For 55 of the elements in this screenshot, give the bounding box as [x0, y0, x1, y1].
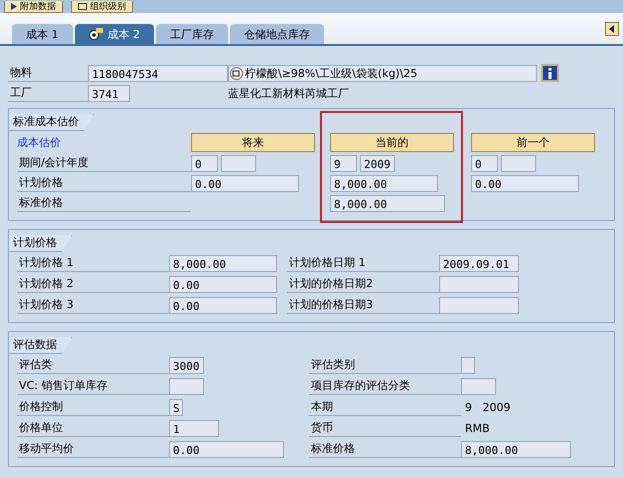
group-title: 计划价格	[9, 235, 72, 252]
value-field[interactable]: 0.00	[169, 440, 284, 458]
group-title: 标准成本估价	[9, 114, 94, 131]
tab[interactable]: 成本 1	[12, 24, 72, 44]
tab[interactable]: 工厂库存	[156, 24, 228, 44]
price-field[interactable]: 0.00	[191, 174, 299, 192]
field-label: 期间/会计年度	[17, 154, 191, 172]
price-field[interactable]: 8,000.00	[169, 254, 277, 272]
plant-name: 蓝星化工新材料芮城工厂	[228, 86, 349, 102]
value-field[interactable]: 3000	[169, 356, 204, 374]
field-label: 计划价格 1	[17, 254, 169, 272]
field-label: 计划价格 3	[17, 296, 169, 314]
field-label: 项目库存的评估分类	[309, 377, 461, 395]
description-field[interactable]: 柠檬酸\≥98%\工业级\袋装(kg)\25	[228, 64, 537, 82]
value-field[interactable]: S	[169, 398, 183, 416]
field-label: 货币	[309, 419, 461, 437]
year-field[interactable]: 2009	[360, 154, 395, 172]
period-field[interactable]: 0	[191, 154, 218, 172]
date-field[interactable]: 2009.09.01	[439, 254, 519, 272]
price-field[interactable]: 0.00	[169, 276, 277, 292]
field-label: 计划价格	[17, 174, 191, 192]
value-field[interactable]: 1	[169, 420, 219, 436]
tab[interactable]: 成本 2	[74, 24, 154, 44]
column-header-button[interactable]: 前一个	[471, 133, 595, 152]
field-label: VC: 销售订单库存	[17, 377, 169, 395]
field-label: 本期	[309, 398, 461, 416]
period-field[interactable]: 0	[471, 154, 498, 172]
price-field[interactable]: 0.00	[169, 296, 277, 314]
material-field[interactable]: 1180047534	[88, 64, 228, 82]
field-label: 标准价格	[309, 440, 461, 458]
value-field[interactable]: 8,000.00	[461, 440, 571, 458]
field-label: 评估类	[17, 356, 169, 374]
column-header-button[interactable]: 将来	[191, 133, 315, 152]
tab[interactable]: 仓储地点库存	[230, 24, 324, 44]
value-text: 9 2009	[464, 400, 510, 416]
toolbar-button[interactable]: 附加数据	[4, 1, 63, 13]
toolbar-button[interactable]: 组织级别	[71, 1, 133, 13]
plant-field[interactable]: 3741	[88, 84, 130, 102]
group-title: 评估数据	[9, 337, 72, 354]
field-label: 价格控制	[17, 398, 169, 416]
value-text: RMB	[464, 420, 490, 436]
column-header-button[interactable]: 当前的	[330, 133, 454, 152]
field-label: 计划的价格日期2	[287, 275, 439, 293]
section-heading: 成本估价	[17, 135, 62, 151]
field-label: 计划的价格日期3	[287, 296, 439, 314]
field-label: 价格单位	[17, 419, 169, 437]
field-label: 标准价格	[17, 194, 191, 212]
period-field[interactable]: 9	[330, 154, 357, 172]
price-field[interactable]: 8,000.00	[330, 174, 438, 192]
price-field[interactable]: 0.00	[471, 174, 579, 192]
field-label: 计划价格日期 1	[287, 254, 439, 272]
price-field[interactable]: 8,000.00	[330, 194, 445, 212]
field-label: 计划价格 2	[17, 275, 169, 293]
field-label: 评估类别	[309, 356, 461, 374]
field-label: 移动平均价	[17, 440, 169, 458]
